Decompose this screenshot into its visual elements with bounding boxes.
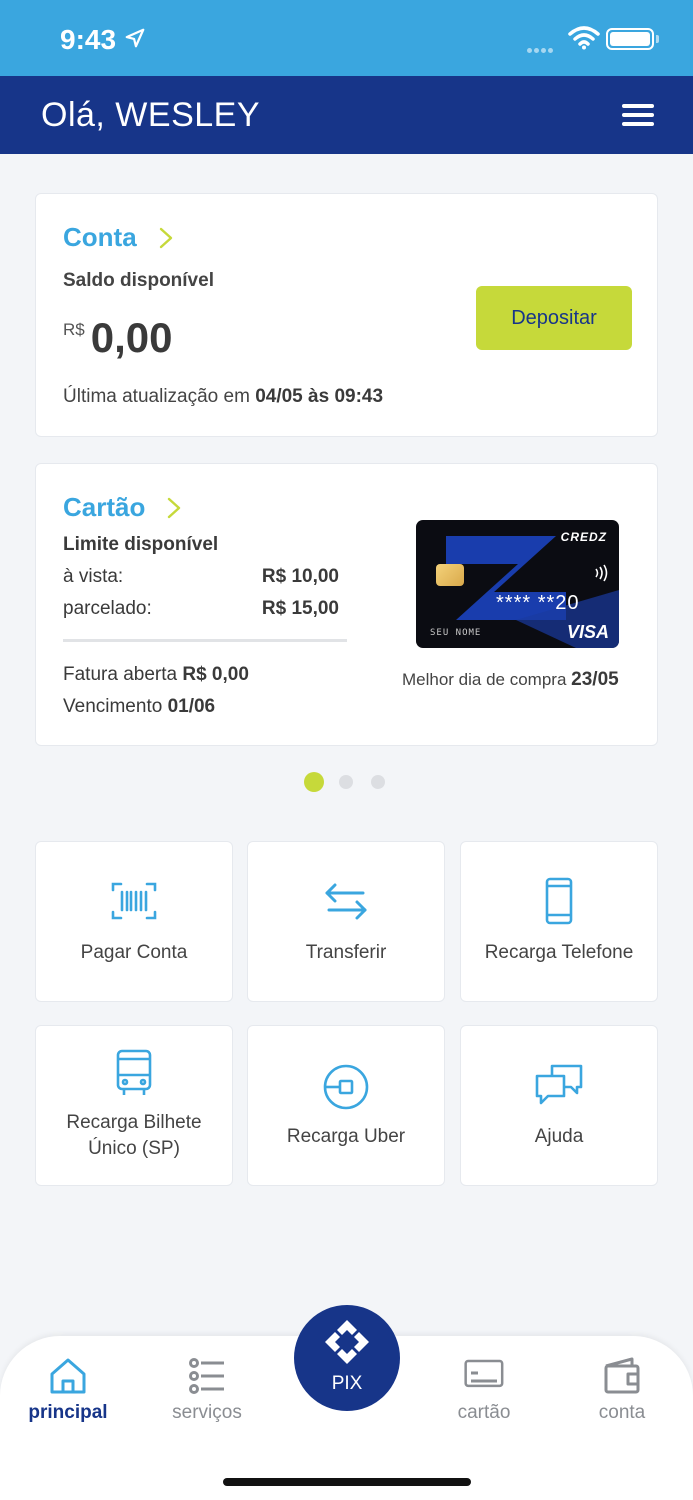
chevron-right-icon [159, 227, 172, 248]
chevron-right-icon [168, 497, 181, 518]
greeting-title: Olá, WESLEY [41, 96, 261, 134]
nav-label: serviços [172, 1402, 242, 1423]
nav-label: conta [598, 1402, 646, 1423]
action-label: Transferir [305, 942, 387, 963]
action-recarga-bilhete[interactable]: Recarga Bilhete Único (SP) [35, 1025, 233, 1186]
account-title-link[interactable]: Conta [63, 222, 173, 253]
action-recarga-uber[interactable]: Recarga Uber [247, 1025, 445, 1186]
limit-divider [63, 639, 347, 642]
best-purchase-day: Melhor dia de compra 23/05 [402, 669, 619, 691]
pix-icon [325, 1320, 369, 1364]
limit-parcelado-value: R$ 15,00 [261, 598, 339, 619]
due-date-label: Vencimento [63, 696, 163, 717]
limit-parcelado-label: parcelado: [63, 598, 152, 619]
home-icon [50, 1358, 86, 1394]
action-label: Ajuda [534, 1126, 584, 1147]
battery-icon [606, 28, 659, 50]
cell-signal-icon [527, 40, 555, 58]
open-invoice-label: Fatura aberta [63, 664, 178, 685]
action-ajuda[interactable]: Ajuda [460, 1025, 658, 1186]
due-date-value: 01/06 [167, 696, 216, 717]
card-title: Cartão [63, 492, 146, 522]
list-icon [189, 1358, 224, 1394]
status-time: 9:43 [60, 24, 117, 55]
credit-card-image[interactable]: CREDZ **** **20 SEU NOME VISA [416, 520, 619, 648]
transfer-arrows-icon [325, 883, 367, 920]
nav-principal[interactable]: principal [13, 1356, 123, 1424]
due-date: Vencimento 01/06 [63, 696, 215, 718]
app-header: Olá, WESLEY [0, 76, 693, 154]
account-card: Conta Saldo disponível R$ 0,00 Última at… [35, 193, 658, 437]
action-label: Recarga Bilhete Único (SP) [66, 1112, 202, 1159]
pix-label: PIX [331, 1373, 363, 1394]
balance-amount: R$ 0,00 [63, 314, 172, 362]
last-update-value: 04/05 às 09:43 [255, 386, 384, 407]
chat-bubbles-icon [535, 1064, 583, 1105]
deposit-button[interactable]: Depositar [476, 286, 632, 350]
phone-icon [545, 877, 573, 925]
uber-icon [323, 1064, 369, 1110]
barcode-icon [111, 882, 157, 920]
wallet-icon [604, 1357, 640, 1394]
carousel-indicator [304, 772, 403, 792]
card-icon [464, 1359, 504, 1388]
status-bar: 9:43 [0, 0, 693, 76]
card-title-link[interactable]: Cartão [63, 492, 181, 523]
balance-label: Saldo disponível [63, 270, 214, 291]
nav-label: cartão [457, 1402, 511, 1423]
card-chip-icon [436, 564, 464, 586]
action-label: Recarga Uber [286, 1126, 406, 1147]
currency-symbol: R$ [63, 320, 85, 339]
open-invoice: Fatura aberta R$ 0,00 [63, 664, 249, 686]
nav-label: principal [28, 1402, 108, 1423]
balance-value: 0,00 [90, 314, 173, 361]
best-day-label: Melhor dia de compra [402, 670, 567, 689]
action-recarga-telefone[interactable]: Recarga Telefone [460, 841, 658, 1002]
limit-avista-row: à vista: R$ 10,00 [63, 566, 339, 588]
last-update-label: Última atualização em [63, 386, 250, 407]
contactless-icon [595, 564, 608, 582]
last-update-text: Última atualização em 04/05 às 09:43 [63, 386, 383, 408]
location-arrow-icon [125, 28, 145, 48]
limit-avista-label: à vista: [63, 566, 124, 587]
action-label: Pagar Conta [80, 942, 188, 963]
hamburger-menu-icon[interactable] [622, 104, 654, 126]
limit-title: Limite disponível [63, 534, 219, 555]
action-label: Recarga Telefone [484, 942, 634, 963]
limit-avista-value: R$ 10,00 [261, 566, 339, 587]
home-indicator[interactable] [223, 1478, 471, 1486]
nav-servicos[interactable]: serviços [152, 1356, 262, 1424]
card-holder: SEU NOME [430, 628, 482, 638]
account-title: Conta [63, 222, 137, 252]
carousel-dot-1[interactable] [304, 772, 324, 792]
card-network: VISA [566, 622, 609, 642]
wifi-icon [568, 26, 600, 50]
card-brand: CREDZ [560, 530, 607, 544]
limit-parcelado-row: parcelado: R$ 15,00 [63, 598, 339, 620]
carousel-dot-2[interactable] [339, 775, 353, 789]
best-day-value: 23/05 [571, 669, 619, 690]
nav-conta[interactable]: conta [567, 1356, 677, 1424]
action-pagar-conta[interactable]: Pagar Conta [35, 841, 233, 1002]
action-transferir[interactable]: Transferir [247, 841, 445, 1002]
card-number: **** **20 [496, 592, 580, 614]
credit-card-panel: Cartão Limite disponível à vista: R$ 10,… [35, 463, 658, 746]
nav-cartao[interactable]: cartão [429, 1356, 539, 1424]
carousel-dot-3[interactable] [371, 775, 385, 789]
pix-button[interactable]: PIX [294, 1305, 400, 1411]
bus-icon [116, 1049, 152, 1095]
open-invoice-value: R$ 0,00 [182, 664, 249, 685]
